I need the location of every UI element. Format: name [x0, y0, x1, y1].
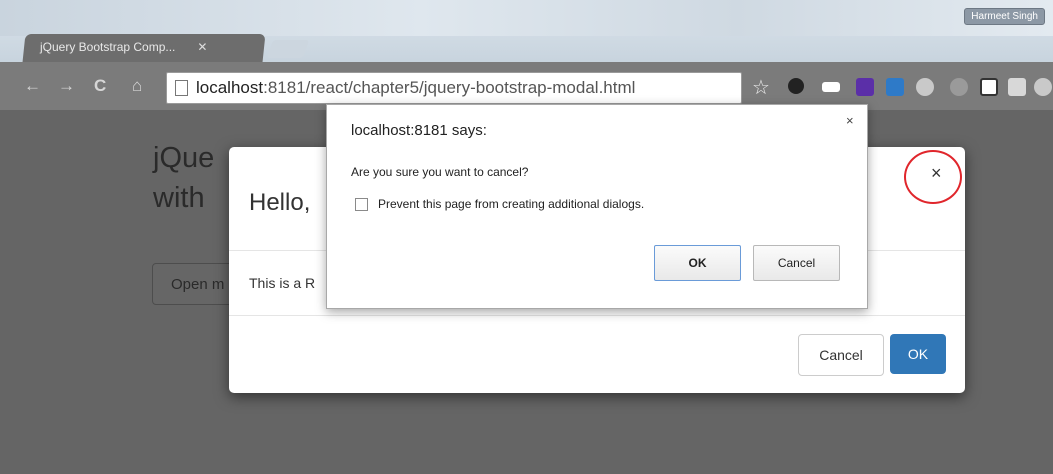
back-icon[interactable]: ←	[24, 76, 41, 96]
modal-body-text: This is a R	[249, 275, 316, 291]
prevent-dialogs-checkbox[interactable]	[355, 197, 368, 211]
prevent-dialogs-option[interactable]: Prevent this page from creating addition…	[355, 197, 644, 211]
modal-title: Hello,	[249, 189, 311, 216]
modal-footer-divider	[229, 315, 965, 316]
confirm-close-icon[interactable]: ×	[846, 113, 854, 128]
reload-icon[interactable]: C	[94, 76, 106, 96]
extension-purple-icon[interactable]	[856, 78, 874, 96]
user-profile-badge[interactable]: Harmeet Singh	[964, 8, 1045, 25]
confirm-ok-button[interactable]: OK	[654, 245, 741, 281]
extension-react-icon[interactable]	[916, 78, 934, 96]
confirm-message: Are you sure you want to cancel?	[351, 165, 529, 179]
modal-cancel-button[interactable]: Cancel	[798, 334, 884, 376]
modal-ok-button[interactable]: OK	[890, 334, 946, 374]
bookmark-star-icon[interactable]: ☆	[752, 75, 770, 100]
heading-line-2: with	[153, 182, 205, 214]
address-bar[interactable]: localhost:8181/react/chapter5/jquery-boo…	[166, 72, 742, 104]
new-tab-button[interactable]	[266, 40, 310, 58]
tab-content: jQuery Bootstrap Comp... ✕	[40, 40, 207, 54]
extension-square-icon[interactable]	[980, 78, 998, 96]
forward-icon[interactable]: →	[58, 76, 75, 96]
tab-close-icon[interactable]: ✕	[197, 40, 207, 54]
url-text: localhost:8181/react/chapter5/jquery-boo…	[196, 78, 636, 97]
tab-title: jQuery Bootstrap Comp...	[40, 40, 176, 54]
browser-chrome: Harmeet Singh jQuery Bootstrap Comp... ✕…	[0, 0, 1053, 110]
page-heading: jQue with	[153, 138, 214, 218]
extension-list-icon[interactable]	[1008, 78, 1026, 96]
extension-extra-icon[interactable]	[1034, 78, 1052, 96]
extension-grey-icon[interactable]	[950, 78, 968, 96]
confirm-title: localhost:8181 says:	[351, 122, 487, 139]
extension-gear-icon[interactable]	[788, 78, 804, 94]
prevent-dialogs-label: Prevent this page from creating addition…	[378, 197, 645, 211]
highlight-circle	[904, 150, 962, 204]
confirm-dialog: localhost:8181 says: × Are you sure you …	[326, 104, 868, 309]
extension-incognito-icon[interactable]	[822, 82, 840, 92]
confirm-cancel-button[interactable]: Cancel	[753, 245, 840, 281]
page-icon	[175, 80, 188, 96]
home-icon[interactable]: ⌂	[132, 76, 142, 96]
extension-blue-icon[interactable]	[886, 78, 904, 96]
title-bar	[0, 0, 1053, 36]
heading-line-1: jQue	[153, 142, 215, 174]
